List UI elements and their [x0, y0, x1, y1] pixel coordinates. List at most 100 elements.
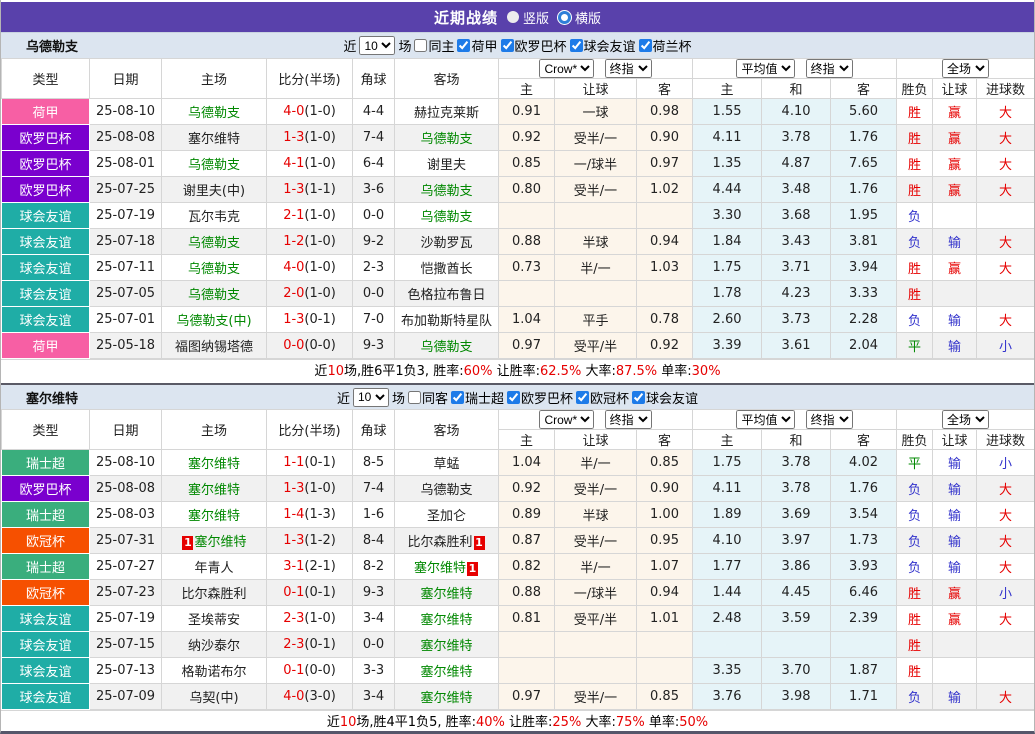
match-date: 25-08-08 [90, 476, 162, 502]
away-team-cell: 塞尔维特 [395, 580, 499, 606]
fulltime-score: 1-3 [283, 481, 304, 496]
match-date: 25-08-10 [90, 450, 162, 476]
odds-handicap: 半/一 [555, 554, 637, 580]
score-cell: 0-1(0-0) [267, 658, 353, 684]
odds-handicap: 受平/半 [555, 606, 637, 632]
league-checkbox[interactable] [632, 391, 645, 404]
avg-source-select[interactable]: 平均值 [736, 59, 795, 78]
result-winloss: 负 [897, 502, 933, 528]
match-count-select[interactable]: 10 [353, 388, 389, 407]
same-away-filter[interactable]: 同客 [408, 388, 448, 407]
radio-unselected-icon[interactable] [558, 11, 571, 24]
result-handicap: 输 [933, 307, 977, 333]
corner-count: 3-6 [353, 177, 395, 203]
avg-home: 1.77 [693, 554, 762, 580]
avg-home: 4.11 [693, 476, 762, 502]
avg-draw: 3.43 [762, 229, 831, 255]
radio-selected-icon[interactable] [507, 11, 519, 23]
col-odds-handicap: 让球 [555, 430, 637, 450]
league-filter-eredivisie[interactable]: 荷甲 [457, 36, 497, 55]
league-badge: 球会友谊 [2, 632, 90, 658]
odds-stage-select[interactable]: 终指 [605, 410, 652, 429]
match-date: 25-07-18 [90, 229, 162, 255]
score-cell: 0-0(0-0) [267, 333, 353, 359]
league-filter-champions[interactable]: 欧冠杯 [576, 388, 629, 407]
match-count-select[interactable]: 10 [359, 36, 395, 55]
league-badge: 瑞士超 [2, 450, 90, 476]
result-goals [977, 658, 1035, 684]
league-filter-swiss-super[interactable]: 瑞士超 [451, 388, 504, 407]
away-team-name: 谢里夫 [427, 158, 466, 173]
scope-select[interactable]: 全场 [942, 410, 989, 429]
avg-home: 3.35 [693, 658, 762, 684]
odds-home: 0.97 [499, 333, 555, 359]
odds-home: 0.92 [499, 125, 555, 151]
result-group-header: 全场 [897, 59, 1035, 79]
league-filter-knvb-cup[interactable]: 荷兰杯 [639, 36, 692, 55]
result-winloss: 平 [897, 450, 933, 476]
away-team-name: 乌德勒支 [420, 132, 472, 147]
league-checkbox[interactable] [507, 391, 520, 404]
avg-away: 2.28 [831, 307, 897, 333]
result-goals: 大 [977, 606, 1035, 632]
col-odds-away: 客 [637, 79, 693, 99]
league-filter-friendly[interactable]: 球会友谊 [570, 36, 636, 55]
league-filter-europa[interactable]: 欧罗巴杯 [507, 388, 573, 407]
league-badge: 欧罗巴杯 [2, 476, 90, 502]
horizontal-layout-radio[interactable]: 横版 [558, 8, 601, 27]
odds-provider-select[interactable]: Crow* [539, 410, 594, 429]
avg-home: 3.76 [693, 684, 762, 710]
league-checkbox[interactable] [501, 39, 514, 52]
avg-stage-select[interactable]: 终指 [806, 59, 853, 78]
odds-provider-select[interactable]: Crow* [539, 59, 594, 78]
same-away-checkbox[interactable] [408, 391, 421, 404]
league-checkbox[interactable] [639, 39, 652, 52]
home-team-name: 年青人 [194, 561, 233, 576]
fulltime-score: 0-1 [283, 585, 304, 600]
home-team-cell: 格勒诺布尔 [162, 658, 267, 684]
odds-handicap: 半/一 [555, 255, 637, 281]
league-checkbox[interactable] [576, 391, 589, 404]
avg-stage-select[interactable]: 终指 [806, 410, 853, 429]
home-team-cell: 塞尔维特 [162, 476, 267, 502]
home-team-name: 乌德勒支 [188, 158, 240, 173]
odds-stage-select[interactable]: 终指 [605, 59, 652, 78]
fulltime-score: 4-0 [283, 104, 304, 119]
away-team-name: 乌德勒支 [420, 184, 472, 199]
league-filter-friendly[interactable]: 球会友谊 [632, 388, 698, 407]
result-winloss: 负 [897, 229, 933, 255]
same-home-filter[interactable]: 同主 [414, 36, 454, 55]
odds-away: 0.78 [637, 307, 693, 333]
avg-away: 6.46 [831, 580, 897, 606]
corner-count: 8-4 [353, 528, 395, 554]
result-handicap: 输 [933, 528, 977, 554]
league-checkbox[interactable] [451, 391, 464, 404]
odds-away: 0.94 [637, 229, 693, 255]
match-row: 荷甲 25-05-18 福图纳锡塔德 0-0(0-0) 9-3 乌德勒支 0.9… [2, 333, 1035, 359]
result-handicap: 赢 [933, 151, 977, 177]
halftime-score: (2-1) [304, 559, 335, 574]
same-home-checkbox[interactable] [414, 39, 427, 52]
avg-away: 3.33 [831, 281, 897, 307]
league-filter-europa[interactable]: 欧罗巴杯 [501, 36, 567, 55]
league-badge: 荷甲 [2, 99, 90, 125]
odds-home: 1.04 [499, 307, 555, 333]
fulltime-score: 1-3 [283, 312, 304, 327]
league-checkbox[interactable] [457, 39, 470, 52]
match-row: 欧冠杯 25-07-31 1塞尔维特 1-3(1-2) 8-4 比尔森胜利1 0… [2, 528, 1035, 554]
league-checkbox[interactable] [570, 39, 583, 52]
match-row: 欧罗巴杯 25-08-08 塞尔维特 1-3(1-0) 7-4 乌德勒支 0.9… [2, 125, 1035, 151]
filter-controls: 近 10 场 同主 荷甲 欧罗巴杯 球会友谊 荷兰杯 [343, 36, 691, 55]
odds-away: 0.90 [637, 476, 693, 502]
score-cell: 1-2(1-0) [267, 229, 353, 255]
avg-source-select[interactable]: 平均值 [736, 410, 795, 429]
away-team-name: 沙勒罗瓦 [420, 236, 472, 251]
vertical-layout-radio[interactable]: 竖版 [507, 8, 549, 27]
scope-select[interactable]: 全场 [942, 59, 989, 78]
corner-count: 9-3 [353, 333, 395, 359]
fulltime-score: 0-0 [283, 338, 304, 353]
corner-count: 9-2 [353, 229, 395, 255]
fulltime-score: 1-3 [283, 130, 304, 145]
odds-home: 0.85 [499, 151, 555, 177]
score-cell: 1-3(0-1) [267, 307, 353, 333]
